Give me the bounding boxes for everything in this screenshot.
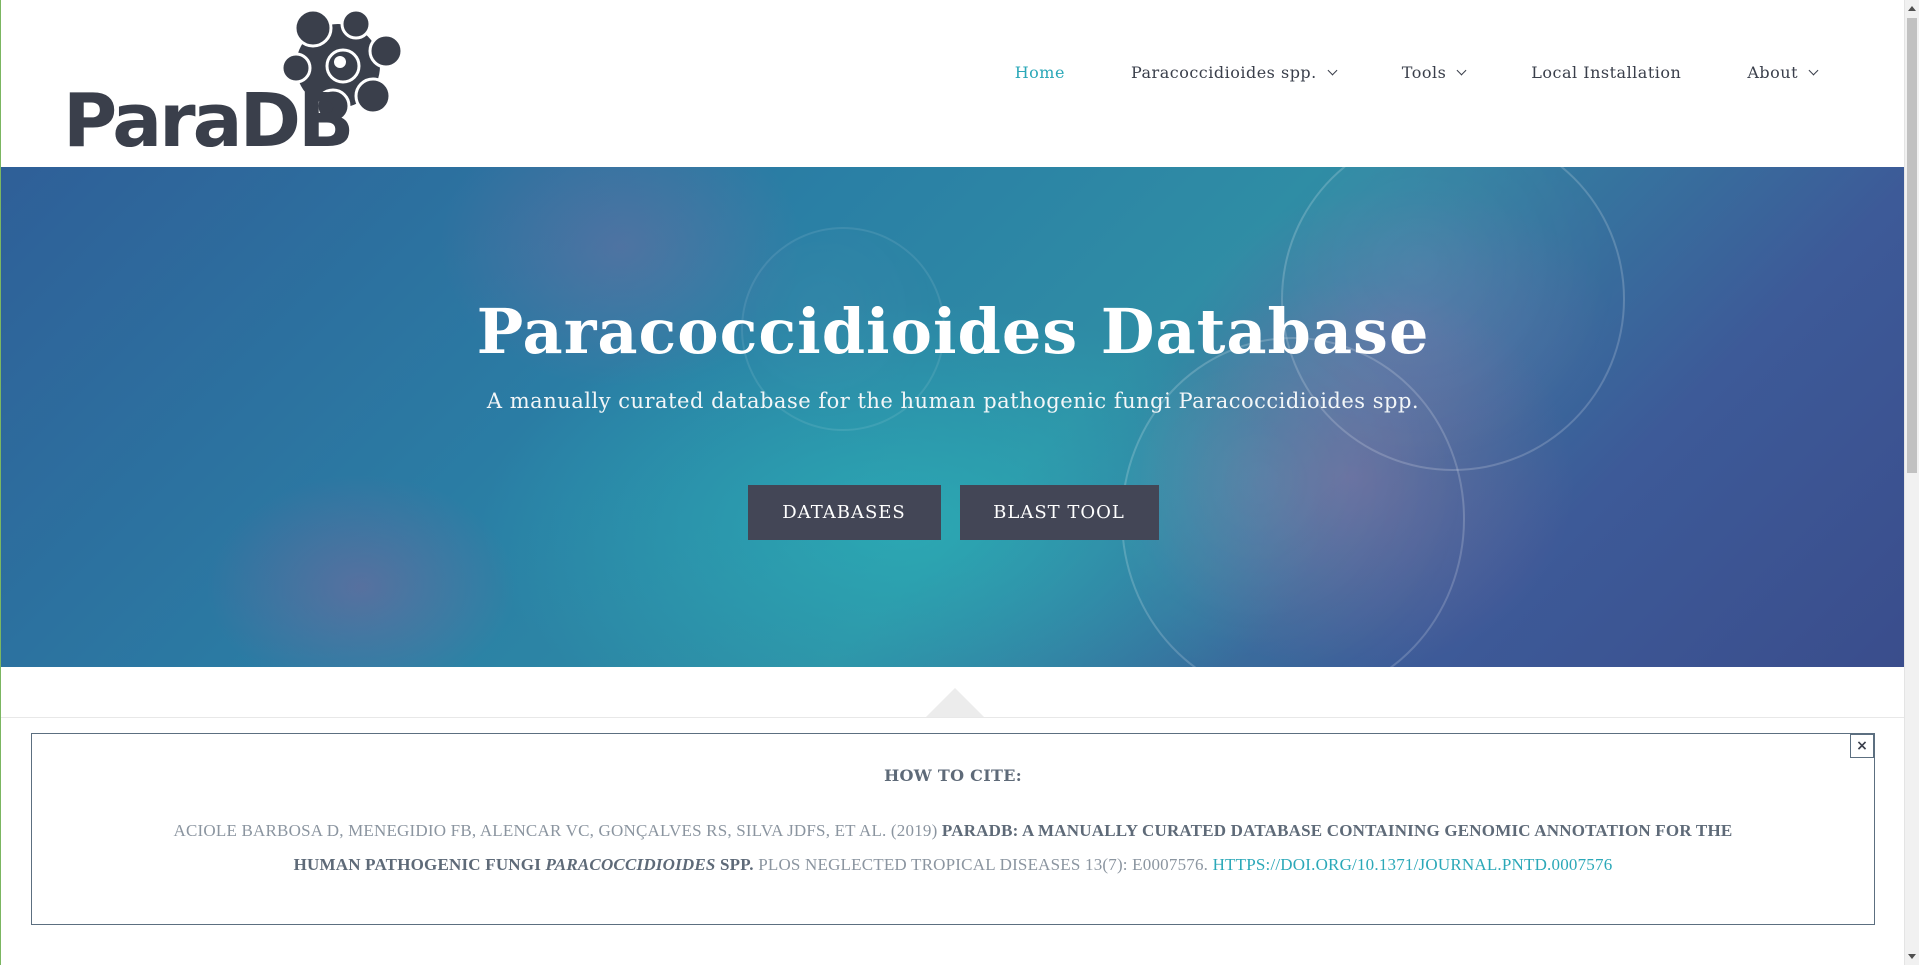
page: ParaDB Home Paracoccidioides spp. Tools … [0,0,1904,965]
scrollbar[interactable] [1904,0,1919,965]
chevron-down-icon [1808,65,1819,75]
chevron-down-icon [1456,65,1467,75]
cite-journal: PLoS Neglected Tropical Diseases 13(7): … [758,855,1209,874]
hero-buttons: DATABASES BLAST TOOL [1,485,1904,540]
section-divider [1,717,1904,718]
blast-tool-button[interactable]: BLAST TOOL [959,485,1159,540]
scroll-down-arrow-icon[interactable] [1908,954,1916,959]
nav-home-label: Home [1014,62,1065,82]
nav-local-installation-label: Local Installation [1531,62,1682,82]
nav-tools[interactable]: Tools [1369,58,1499,86]
chevron-down-icon [1327,65,1338,75]
nav-home[interactable]: Home [982,58,1098,86]
nav-local-installation[interactable]: Local Installation [1498,58,1714,86]
cite-title-part2: spp. [720,855,754,874]
nav-paracoccidioides[interactable]: Paracoccidioides spp. [1098,58,1369,86]
paradb-logo[interactable]: ParaDB [63,6,408,162]
logo-text: ParaDB [63,78,354,164]
section-arrow [926,688,984,717]
scrollbar-thumb[interactable] [1907,18,1917,473]
hero-subtitle: A manually curated database for the huma… [486,389,1420,413]
databases-button[interactable]: DATABASES [747,485,941,540]
cite-authors: Aciole Barbosa D, Menegidio FB, Alencar … [173,821,938,840]
cite-body: Aciole Barbosa D, Menegidio FB, Alencar … [152,814,1754,882]
nav-about-label: About [1747,62,1798,82]
hero-title: Paracoccidioides Database [476,295,1430,368]
nav-about[interactable]: About [1714,58,1850,86]
nav-paracoccidioides-label: Paracoccidioides spp. [1130,62,1317,82]
site-header: ParaDB Home Paracoccidioides spp. Tools … [1,0,1904,167]
scroll-up-arrow-icon[interactable] [1908,6,1916,11]
main-nav: Home Paracoccidioides spp. Tools Local I… [982,58,1850,86]
cite-title-italic: Paracoccidioides [545,855,716,874]
close-button[interactable]: × [1850,734,1874,758]
how-to-cite-box: × HOW TO CITE: Aciole Barbosa D, Menegid… [31,733,1875,925]
nav-tools-label: Tools [1401,62,1447,82]
cite-heading: HOW TO CITE: [884,766,1022,785]
hero-banner: Paracoccidioides Database A manually cur… [1,167,1904,667]
doi-link[interactable]: https://doi.org/10.1371/journal.pntd.000… [1213,855,1613,874]
